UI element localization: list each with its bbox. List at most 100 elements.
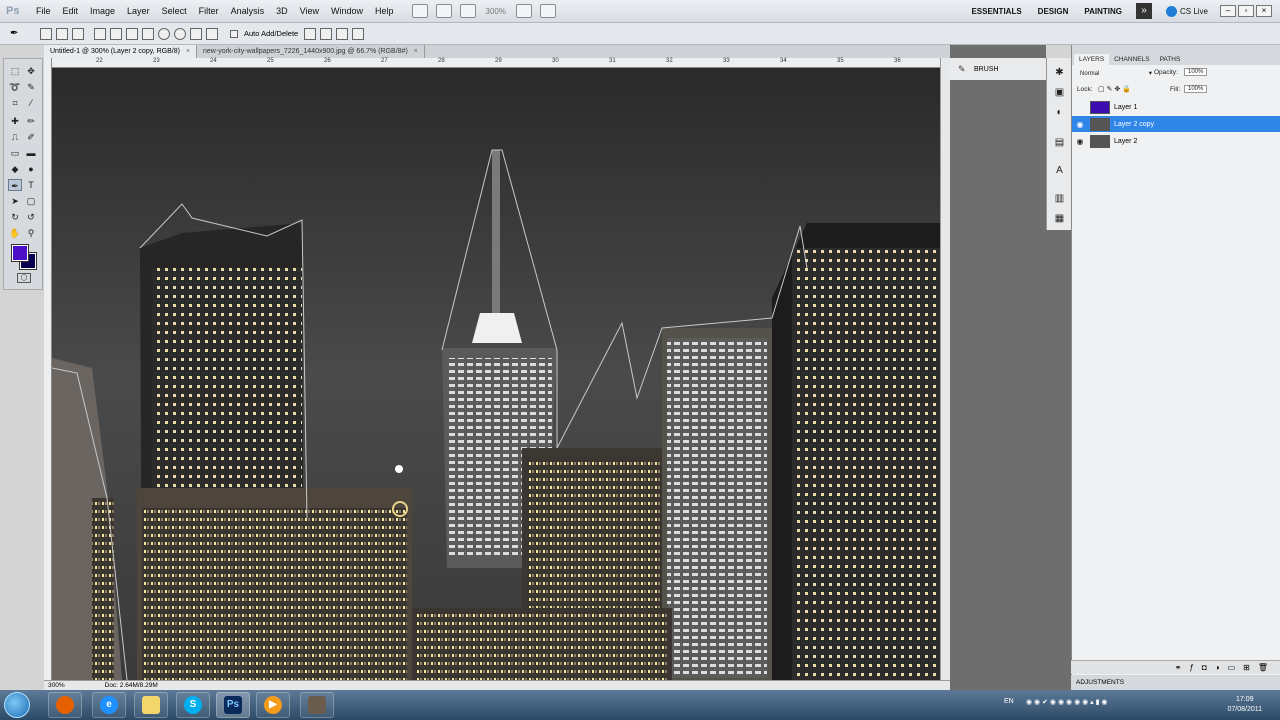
- color-icon[interactable]: ▤: [1053, 136, 1066, 149]
- screen-mode-icon[interactable]: [539, 4, 556, 18]
- taskbar-media-player[interactable]: ▶: [256, 692, 290, 718]
- vertical-scrollbar[interactable]: [940, 58, 950, 680]
- layer-mask-icon[interactable]: ◘: [1202, 663, 1207, 672]
- tab-channels[interactable]: CHANNELS: [1109, 54, 1154, 65]
- new-group-icon[interactable]: ▭: [1228, 663, 1236, 672]
- minimize-icon[interactable]: –: [1220, 5, 1236, 17]
- menu-help[interactable]: Help: [369, 0, 400, 23]
- eyedropper-icon[interactable]: ⁄: [24, 97, 38, 109]
- menu-analysis[interactable]: Analysis: [225, 0, 271, 23]
- arrange-documents-icon[interactable]: [515, 4, 532, 18]
- view-extras-icon[interactable]: [459, 4, 476, 18]
- ellipse-shape-icon[interactable]: [158, 27, 170, 40]
- close-tab-icon[interactable]: ×: [414, 48, 418, 55]
- menu-file[interactable]: File: [30, 0, 57, 23]
- menu-filter[interactable]: Filter: [193, 0, 225, 23]
- start-button[interactable]: [4, 692, 30, 718]
- taskbar-gimp[interactable]: [300, 692, 334, 718]
- move-tool-icon[interactable]: ✥: [24, 65, 38, 77]
- fill-pixels-icon[interactable]: [72, 27, 84, 40]
- 3d-rotate-icon[interactable]: ↻: [8, 211, 22, 223]
- 3d-orbit-icon[interactable]: ↺: [24, 211, 38, 223]
- quick-selection-icon[interactable]: ✎: [24, 81, 38, 93]
- type-tool-icon[interactable]: T: [24, 179, 38, 191]
- path-subtract-icon[interactable]: [320, 27, 333, 40]
- layer-row-layer-1[interactable]: Layer 1: [1072, 99, 1280, 115]
- history-brush-icon[interactable]: ✐: [24, 131, 38, 143]
- line-shape-icon[interactable]: [190, 27, 202, 40]
- path-selection-icon[interactable]: ➤: [8, 195, 22, 207]
- custom-shape-icon[interactable]: [206, 27, 218, 40]
- lasso-tool-icon[interactable]: ➰: [8, 81, 22, 93]
- eye-icon[interactable]: ◉: [1072, 120, 1088, 129]
- polygon-shape-icon[interactable]: [174, 27, 186, 40]
- workspace-painting[interactable]: PAINTING: [1076, 7, 1130, 16]
- layer-row-layer-2-copy[interactable]: ◉ Layer 2 copy: [1072, 116, 1280, 132]
- tab-paths[interactable]: PATHS: [1155, 54, 1186, 65]
- tab-layers[interactable]: LAYERS: [1074, 54, 1110, 65]
- menu-view[interactable]: View: [294, 0, 325, 23]
- histogram-icon[interactable]: ▣: [1053, 86, 1066, 99]
- taskbar-firefox[interactable]: [48, 692, 82, 718]
- path-add-icon[interactable]: [304, 27, 317, 40]
- menu-select[interactable]: Select: [156, 0, 193, 23]
- brush-tool-icon[interactable]: ✏: [24, 115, 38, 127]
- crop-tool-icon[interactable]: ⌗: [8, 97, 22, 109]
- taskbar-ie[interactable]: e: [92, 692, 126, 718]
- quick-mask-icon[interactable]: ◯: [17, 273, 31, 283]
- doc-tab-nyc[interactable]: new-york-city-wallpapers_7226_1440x900.j…: [197, 45, 425, 58]
- layer-style-icon[interactable]: ƒ: [1189, 663, 1193, 672]
- actions-icon[interactable]: ▦: [1053, 212, 1066, 225]
- tray-icons[interactable]: ◉ ◉ ✔ ◉ ◉ ◉ ◉ ◉ ▴ ▮ ◉: [1026, 698, 1108, 706]
- path-intersect-icon[interactable]: [336, 27, 349, 40]
- brush-panel-collapsed[interactable]: ✎ BRUSH: [950, 58, 1046, 80]
- rounded-rectangle-icon[interactable]: [142, 27, 154, 40]
- restore-icon[interactable]: ▫: [1238, 5, 1254, 17]
- doc-tab-untitled[interactable]: Untitled-1 @ 300% (Layer 2 copy, RGB/8) ×: [44, 45, 198, 58]
- gradient-tool-icon[interactable]: ▬: [24, 147, 38, 159]
- layer-row-layer-2[interactable]: ◉ Layer 2: [1072, 133, 1280, 149]
- foreground-color-swatch[interactable]: [12, 245, 28, 261]
- language-indicator[interactable]: EN: [1004, 698, 1014, 705]
- taskbar-explorer[interactable]: [134, 692, 168, 718]
- menu-3d[interactable]: 3D: [270, 0, 294, 23]
- auto-add-delete-checkbox[interactable]: [230, 29, 238, 38]
- dodge-tool-icon[interactable]: ●: [24, 163, 38, 175]
- history-icon[interactable]: ▥: [1053, 192, 1066, 205]
- system-clock[interactable]: 17:09 07/08/2011: [1227, 695, 1262, 715]
- menu-edit[interactable]: Edit: [57, 0, 85, 23]
- zoom-level[interactable]: 300%: [486, 7, 506, 16]
- pen-tool-preset-icon[interactable]: ✒: [10, 28, 22, 40]
- paths-mode-icon[interactable]: [56, 27, 68, 40]
- blend-mode-select[interactable]: Normal ▾: [1077, 69, 1152, 77]
- link-layers-icon[interactable]: ⚭: [1175, 663, 1182, 672]
- eraser-tool-icon[interactable]: ▭: [8, 147, 22, 159]
- clone-stamp-icon[interactable]: ⎍: [8, 131, 22, 143]
- pen-icon[interactable]: [94, 27, 106, 40]
- blur-tool-icon[interactable]: ◆: [8, 163, 22, 175]
- menu-window[interactable]: Window: [325, 0, 369, 23]
- document-canvas[interactable]: [52, 68, 940, 680]
- healing-brush-icon[interactable]: ✚: [8, 115, 22, 127]
- character-icon[interactable]: A: [1053, 164, 1066, 177]
- path-exclude-icon[interactable]: [352, 27, 365, 40]
- taskbar-photoshop[interactable]: Ps: [216, 692, 250, 718]
- shape-layers-icon[interactable]: [40, 27, 52, 40]
- cs-live-button[interactable]: CS Live: [1165, 5, 1208, 17]
- rectangle-tool-icon[interactable]: ▢: [24, 195, 38, 207]
- adjustment-layer-icon[interactable]: ◑: [1215, 663, 1220, 672]
- launch-mini-bridge-icon[interactable]: [435, 4, 452, 18]
- workspace-design[interactable]: DESIGN: [1030, 7, 1077, 16]
- lock-icons[interactable]: ▢ ✎ ✥ 🔒: [1098, 85, 1131, 93]
- freeform-pen-icon[interactable]: [110, 27, 122, 40]
- close-icon[interactable]: ×: [1256, 5, 1272, 17]
- info-icon[interactable]: ◐: [1053, 106, 1066, 119]
- menu-layer[interactable]: Layer: [121, 0, 156, 23]
- hand-tool-icon[interactable]: ✋: [8, 227, 22, 239]
- close-tab-icon[interactable]: ×: [186, 48, 190, 55]
- rectangle-shape-icon[interactable]: [126, 27, 138, 40]
- pen-tool-icon[interactable]: ✒: [8, 179, 22, 191]
- fill-field[interactable]: 100%: [1184, 85, 1208, 93]
- marquee-tool-icon[interactable]: ⬚: [8, 65, 22, 77]
- status-zoom[interactable]: 300%: [48, 682, 65, 689]
